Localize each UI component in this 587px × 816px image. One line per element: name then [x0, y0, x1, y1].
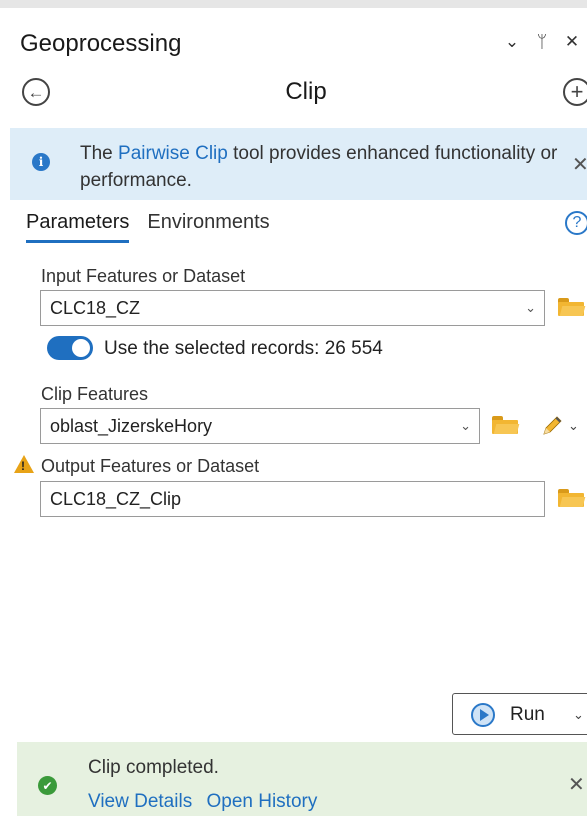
- open-history-link[interactable]: Open History: [206, 791, 317, 812]
- warning-icon-mark: !: [21, 459, 25, 473]
- use-selected-records-toggle[interactable]: [47, 336, 93, 360]
- clip-features-dropdown[interactable]: oblast_JizerskeHory ⌄: [40, 408, 480, 444]
- tab-environments[interactable]: Environments: [147, 211, 269, 243]
- info-message: The Pairwise Clip tool provides enhanced…: [80, 140, 570, 194]
- info-close-icon[interactable]: ✕: [572, 152, 587, 177]
- folder-icon[interactable]: [492, 416, 520, 434]
- close-pane-icon[interactable]: ✕: [557, 32, 587, 52]
- run-options-caret[interactable]: ⌄: [573, 707, 584, 723]
- output-features-input[interactable]: CLC18_CZ_Clip: [40, 481, 545, 517]
- run-label: Run: [510, 704, 545, 725]
- folder-icon[interactable]: [558, 298, 586, 316]
- folder-icon[interactable]: [558, 489, 586, 507]
- pane-title: Geoprocessing: [20, 30, 182, 57]
- add-icon[interactable]: +: [563, 78, 587, 106]
- clip-features-value: oblast_JizerskeHory: [50, 416, 213, 436]
- status-message: Clip completed.: [88, 757, 219, 778]
- run-button[interactable]: Run ⌄: [452, 693, 587, 735]
- view-details-link[interactable]: View Details: [88, 791, 192, 812]
- tool-tabs: Parameters Environments: [26, 211, 288, 243]
- play-icon: [471, 703, 495, 727]
- pencil-edit-icon[interactable]: [540, 414, 564, 438]
- pane-title-controls: ⌄ ᛘ ✕: [497, 32, 587, 52]
- tab-parameters[interactable]: Parameters: [26, 211, 130, 243]
- pencil-options-caret[interactable]: ⌄: [568, 418, 579, 434]
- output-features-value: CLC18_CZ_Clip: [50, 489, 182, 509]
- pane-options-icon[interactable]: ⌄: [497, 32, 527, 52]
- info-banner: i The Pairwise Clip tool provides enhanc…: [10, 128, 587, 200]
- window-top-strip: [0, 0, 587, 8]
- info-prefix: The: [80, 143, 119, 164]
- tool-header: ← Clip +: [0, 74, 587, 110]
- chevron-down-icon[interactable]: ⌄: [460, 409, 471, 443]
- check-icon: ✔: [38, 776, 57, 795]
- input-features-dropdown[interactable]: CLC18_CZ ⌄: [40, 290, 545, 326]
- help-icon[interactable]: ?: [565, 211, 587, 235]
- tool-title: Clip: [285, 78, 327, 105]
- clip-features-label: Clip Features: [41, 384, 149, 404]
- status-links: View Details Open History: [88, 791, 326, 813]
- pairwise-clip-link[interactable]: Pairwise Clip: [118, 143, 228, 164]
- info-icon: i: [32, 153, 50, 171]
- status-close-icon[interactable]: ✕: [568, 772, 585, 797]
- use-selected-records-label: Use the selected records: 26 554: [104, 338, 383, 359]
- output-features-label: Output Features or Dataset: [41, 456, 260, 476]
- pin-icon[interactable]: ᛘ: [527, 32, 557, 52]
- input-features-label: Input Features or Dataset: [41, 266, 246, 286]
- input-features-value: CLC18_CZ: [50, 298, 141, 318]
- status-banner: ✔ Clip completed. View Details Open Hist…: [17, 742, 587, 816]
- chevron-down-icon[interactable]: ⌄: [525, 291, 536, 325]
